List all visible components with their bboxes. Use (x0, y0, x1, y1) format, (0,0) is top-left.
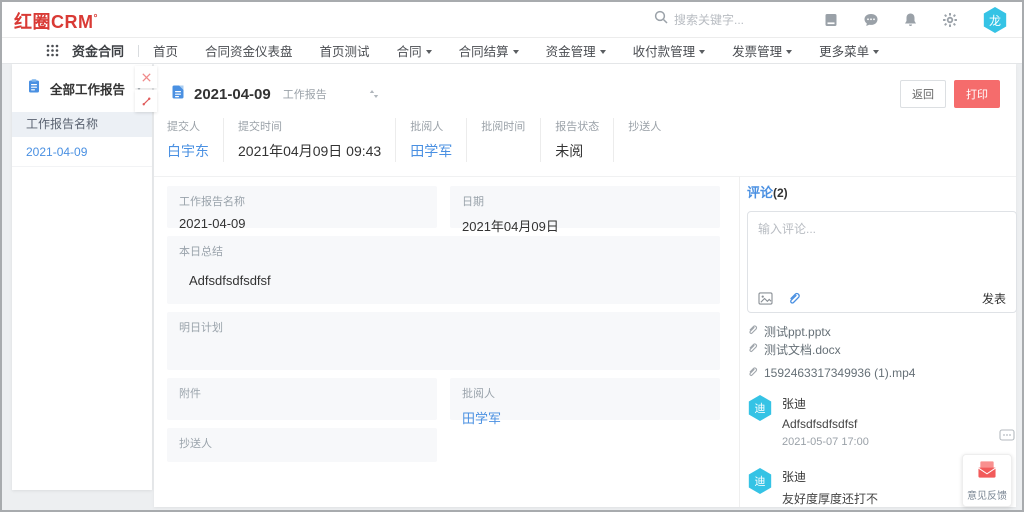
commenter-avatar[interactable]: 迪 (747, 468, 773, 494)
field-date: 日期 2021年04月09日 (450, 186, 720, 228)
detail-header: 2021-04-09 工作报告 返回 打印 (170, 80, 1000, 108)
page-title: 2021-04-09 (194, 86, 271, 103)
reviewer-link[interactable]: 田学军 (462, 408, 708, 427)
chevron-down-icon (426, 50, 432, 54)
comment-input[interactable] (748, 212, 1016, 282)
nav-item-home-test[interactable]: 首页测试 (320, 41, 370, 60)
clipboard-icon (26, 78, 42, 99)
report-form: 工作报告名称 2021-04-09 日期 2021年04月09日 本日总结 Ad… (167, 186, 720, 470)
nav-item-dashboard[interactable]: 合同资金仪表盘 (205, 41, 293, 60)
attachment-item[interactable]: 测试文档.docx (747, 340, 1017, 358)
attachment-list: 测试ppt.pptx 测试文档.docx 1592463317349936 (1… (747, 322, 1017, 382)
brand-logo: 红圈CRM° (14, 8, 98, 34)
field-attachment: 附件 (167, 378, 437, 420)
crm-window: 红圈CRM° 龙 资金合同 (0, 0, 1024, 512)
user-avatar[interactable]: 龙 (982, 7, 1008, 33)
report-detail-panel: 2021-04-09 工作报告 返回 打印 提交人 白宇东 提交时间 2021年… (154, 64, 1016, 507)
image-icon[interactable] (758, 292, 773, 305)
search-input[interactable] (674, 13, 824, 27)
sidebar-title: 全部工作报告 (50, 79, 132, 98)
field-plan: 明日计划 (167, 312, 720, 370)
nav-item-settlement[interactable]: 合同结算 (459, 41, 519, 60)
close-icon[interactable] (135, 66, 157, 88)
meta-cc: 抄送人 (613, 118, 683, 162)
status-badge: 未阅 (555, 141, 599, 161)
field-cc: 抄送人 (167, 428, 437, 462)
chevron-down-icon (513, 50, 519, 54)
nav-divider (138, 45, 139, 57)
report-list-sidebar: 全部工作报告 工作报告名称 2021-04-09 (12, 64, 152, 490)
meta-submit-time: 提交时间 2021年04月09日 09:43 (223, 118, 395, 162)
notebook-icon[interactable] (823, 12, 839, 28)
envelope-icon (976, 460, 998, 484)
global-search[interactable] (654, 10, 824, 29)
comment-input-box: 发表 (747, 211, 1017, 313)
submitter-link[interactable]: 白宇东 (167, 141, 209, 161)
sidebar-header[interactable]: 全部工作报告 (12, 64, 152, 112)
comments-title: 评论(2) (747, 182, 1017, 202)
commenter-name: 张迪 (782, 395, 869, 412)
print-button[interactable]: 打印 (954, 80, 1000, 108)
field-report-name: 工作报告名称 2021-04-09 (167, 186, 437, 228)
bell-icon[interactable] (903, 12, 918, 28)
paperclip-icon (747, 322, 758, 340)
comment-timestamp: 2021-05-07 17:00 (782, 436, 869, 448)
commenter-avatar[interactable]: 迪 (747, 395, 773, 421)
chevron-down-icon (873, 50, 879, 54)
attachment-item[interactable]: 1592463317349936 (1).mp4 (747, 364, 1017, 382)
sidebar-column-header: 工作报告名称 (12, 112, 152, 137)
nav-item-contract[interactable]: 合同 (397, 41, 432, 60)
current-app-label[interactable]: 资金合同 (72, 41, 124, 60)
commenter-name: 张迪 (782, 468, 878, 485)
back-button[interactable]: 返回 (900, 80, 946, 108)
detail-actions: 返回 打印 (900, 80, 1000, 108)
panel-float-controls (135, 66, 157, 114)
nav-item-payments[interactable]: 收付款管理 (633, 41, 706, 60)
expand-icon[interactable] (135, 90, 157, 112)
gear-icon[interactable] (942, 12, 958, 28)
chevron-down-icon (699, 50, 705, 54)
reviewer-link[interactable]: 田学军 (410, 141, 452, 161)
document-icon (170, 84, 186, 105)
reply-icon[interactable] (999, 428, 1015, 446)
comment-item: 迪 张迪 Adfsdfsdfsdfsf 2021-05-07 17:00 (747, 395, 1017, 448)
nav-item-more[interactable]: 更多菜单 (819, 41, 879, 60)
main-navbar: 资金合同 首页 合同资金仪表盘 首页测试 合同 合同结算 资金管理 收付款管理 … (2, 38, 1022, 64)
header-icon-group: 龙 (823, 2, 1008, 38)
publish-button[interactable]: 发表 (982, 290, 1006, 307)
comment-text: Adfsdfsdfsdfsf (782, 417, 869, 431)
nav-item-funds[interactable]: 资金管理 (546, 41, 606, 60)
message-icon[interactable] (863, 12, 879, 28)
attachment-item[interactable]: 测试ppt.pptx (747, 322, 1017, 340)
comment-toolbar: 发表 (748, 284, 1016, 312)
meta-review-time: 批阅时间 (466, 118, 540, 162)
apps-grid-icon[interactable] (46, 44, 59, 57)
report-list-item[interactable]: 2021-04-09 (12, 137, 152, 167)
comment-text: 友好度厚度还打不 (782, 490, 878, 507)
top-header: 红圈CRM° 龙 (2, 2, 1022, 38)
nav-item-home[interactable]: 首页 (153, 41, 178, 60)
chevron-down-icon (786, 50, 792, 54)
collapse-toggle-icon[interactable] (369, 89, 379, 99)
paperclip-icon[interactable] (787, 291, 801, 305)
section-divider (154, 176, 1016, 177)
chevron-down-icon (600, 50, 606, 54)
paperclip-icon (747, 340, 758, 358)
meta-submitter: 提交人 白宇东 (167, 118, 223, 162)
record-type-badge: 工作报告 (283, 86, 327, 102)
paperclip-icon (747, 364, 758, 382)
meta-reviewer: 批阅人 田学军 (395, 118, 466, 162)
meta-status: 报告状态 未阅 (540, 118, 613, 162)
comments-divider (739, 176, 740, 507)
field-summary: 本日总结 Adfsdfsdfsdfsf (167, 236, 720, 304)
nav-item-invoices[interactable]: 发票管理 (732, 41, 792, 60)
feedback-button[interactable]: 意见反馈 (962, 454, 1012, 507)
field-reviewer: 批阅人 田学军 (450, 378, 720, 420)
search-icon (654, 10, 668, 29)
meta-info-row: 提交人 白宇东 提交时间 2021年04月09日 09:43 批阅人 田学军 批… (167, 118, 683, 162)
